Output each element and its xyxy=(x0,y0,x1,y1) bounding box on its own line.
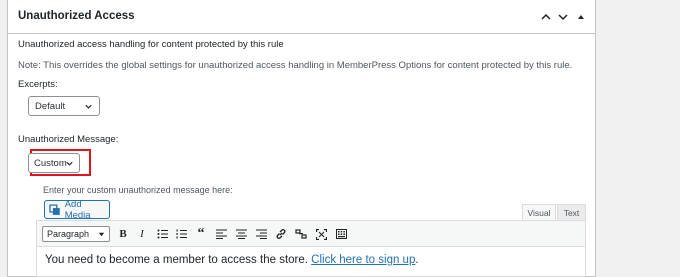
align-right-button[interactable] xyxy=(253,226,269,242)
unauthorized-message-label: Unauthorized Message: xyxy=(18,134,119,145)
unlink-icon xyxy=(295,229,307,239)
section-description: Unauthorized access handling for content… xyxy=(18,39,284,50)
bulleted-list-button[interactable] xyxy=(154,226,170,242)
panel-title: Unauthorized Access xyxy=(18,10,135,22)
editor-content[interactable]: You need to become a member to access th… xyxy=(45,254,419,266)
align-center-button[interactable] xyxy=(233,226,249,242)
link-icon xyxy=(276,229,286,239)
unauthorized-access-panel: Unauthorized Access Unauthorized access … xyxy=(7,0,596,277)
format-select[interactable]: Paragraph xyxy=(42,226,110,242)
align-center-icon xyxy=(235,229,247,239)
toolbar-toggle-icon xyxy=(335,229,347,239)
align-left-button[interactable] xyxy=(213,226,229,242)
chevron-down-icon xyxy=(66,161,73,166)
collapse-panel-button[interactable] xyxy=(574,10,588,24)
excerpts-label: Excerpts: xyxy=(18,79,58,90)
move-down-button[interactable] xyxy=(556,10,570,24)
editor-content-text: You need to become a member to access th… xyxy=(45,254,312,266)
fullscreen-icon xyxy=(315,228,327,240)
bold-icon: B xyxy=(119,228,127,240)
excerpts-select[interactable]: Default xyxy=(28,96,100,116)
sign-up-link[interactable]: Click here to sign up xyxy=(311,254,415,266)
toolbar-toggle-button[interactable] xyxy=(333,226,349,242)
chevron-down-icon xyxy=(85,104,92,109)
move-up-button[interactable] xyxy=(539,10,553,24)
content-editor[interactable]: Paragraph B I “ You need to become a mem… xyxy=(36,220,586,277)
tab-visual[interactable]: Visual xyxy=(522,204,556,221)
bold-button[interactable]: B xyxy=(115,226,131,242)
format-select-value: Paragraph xyxy=(47,229,90,239)
panel-header: Unauthorized Access xyxy=(8,0,595,34)
link-button[interactable] xyxy=(273,226,289,242)
unlink-button[interactable] xyxy=(293,226,309,242)
bulleted-list-icon xyxy=(157,229,168,239)
align-right-icon xyxy=(255,229,267,239)
editor-toolbar: Paragraph B I “ xyxy=(37,221,585,247)
triangle-down-icon xyxy=(98,232,105,237)
numbered-list-button[interactable] xyxy=(173,226,189,242)
add-media-icon xyxy=(49,203,60,215)
numbered-list-icon xyxy=(176,229,187,239)
section-note: Note: This overrides the global settings… xyxy=(18,60,573,71)
chevron-down-icon xyxy=(558,14,568,21)
triangle-up-icon xyxy=(578,15,584,19)
tab-text[interactable]: Text xyxy=(557,204,586,221)
italic-icon: I xyxy=(140,228,144,240)
italic-button[interactable]: I xyxy=(134,226,150,242)
blockquote-icon: “ xyxy=(197,226,205,241)
fullscreen-button[interactable] xyxy=(313,226,329,242)
unauthorized-message-select[interactable]: Custom xyxy=(28,153,80,173)
editor-content-tail: . xyxy=(415,254,419,266)
add-media-label: Add Media xyxy=(64,198,91,221)
chevron-up-icon xyxy=(541,13,551,20)
blockquote-button[interactable]: “ xyxy=(193,226,209,242)
add-media-button[interactable]: Add Media xyxy=(44,198,110,221)
message-select-value: Custom xyxy=(34,157,67,169)
align-left-icon xyxy=(215,229,227,239)
excerpts-select-value: Default xyxy=(35,100,66,112)
custom-message-hint: Enter your custom unauthorized message h… xyxy=(43,185,233,195)
